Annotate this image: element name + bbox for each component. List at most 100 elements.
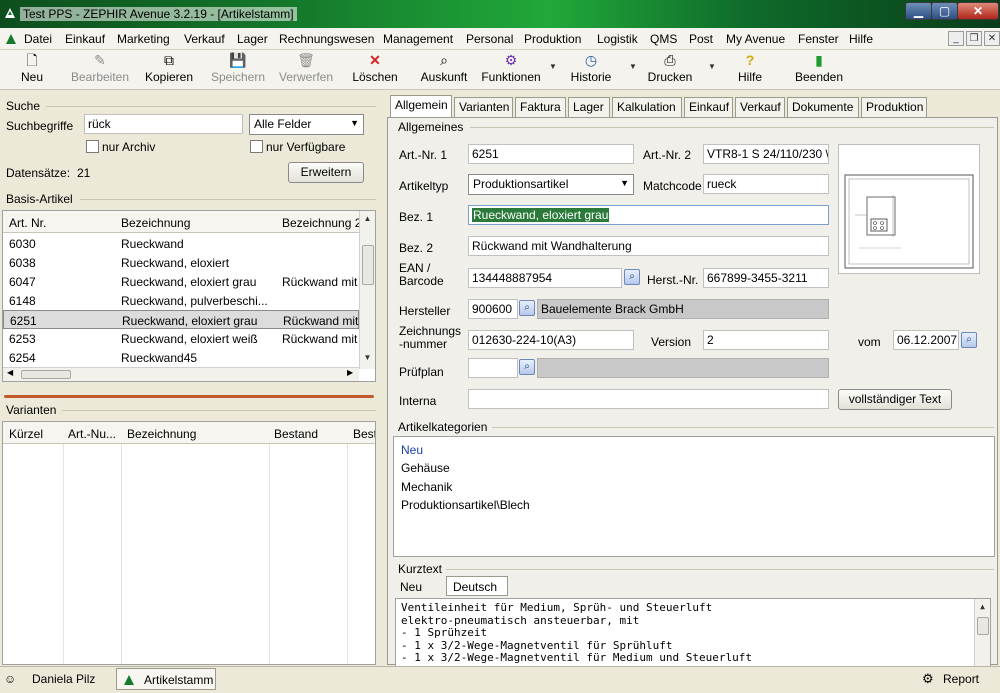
col-bestand[interactable]: Bestand [274,427,318,441]
menu-marketing[interactable]: Marketing [117,32,170,46]
menu-produktion[interactable]: Produktion [524,32,581,46]
mdi-app-icon[interactable] [4,32,18,46]
col-best[interactable]: Best [353,427,375,441]
table-row[interactable]: 6251 Rueckwand, eloxiert grau Rückwand mit [3,310,359,329]
mdi-close-button[interactable]: ✕ [984,31,1000,46]
shorttext-tab-deutsch[interactable]: Deutsch [446,576,508,596]
hersteller-lookup-icon[interactable]: ⌕ [519,300,535,316]
article-type-select[interactable]: Produktionsartikel ▼ [468,174,634,195]
tab-produktion[interactable]: Produktion [861,97,927,117]
col-bezeichnung[interactable]: Bezeichnung [121,216,190,230]
matchcode-input[interactable]: rueck [703,174,829,194]
artnr1-input[interactable]: 6251 [468,144,634,164]
close-button[interactable]: ✕ [957,2,999,20]
scroll-right-arrow-icon[interactable]: ▶ [347,368,353,377]
archive-checkbox[interactable] [86,140,99,153]
history-dropdown-arrow[interactable]: ▼ [629,62,637,71]
col-kuerzel[interactable]: Kürzel [9,427,43,441]
menu-management[interactable]: Management [383,32,453,46]
calendar-lookup-icon[interactable]: ⌕ [961,332,977,348]
shorttext-scrollbar[interactable]: ▲ [974,599,990,666]
artnr2-input[interactable]: VTR8-1 S 24/110/230 \ [703,144,829,164]
available-checkbox[interactable] [250,140,263,153]
menu-fenster[interactable]: Fenster [798,32,839,46]
menu-hilfe[interactable]: Hilfe [849,32,873,46]
tab-lager[interactable]: Lager [568,97,610,117]
functions-dropdown-arrow[interactable]: ▼ [549,62,557,71]
menu-post[interactable]: Post [689,32,713,46]
menu-einkauf[interactable]: Einkauf [65,32,105,46]
full-text-button[interactable]: vollständiger Text [838,389,952,410]
scroll-left-arrow-icon[interactable]: ◀ [7,368,13,377]
drawing-thumbnail[interactable] [838,144,980,274]
discard-button[interactable]: 🗑 Verwerfen [277,52,335,84]
scroll-up-arrow-icon[interactable]: ▲ [975,599,990,615]
exit-button[interactable]: ▮ Beenden [792,52,846,84]
report-label[interactable]: Report [943,672,979,686]
tab-varianten[interactable]: Varianten [454,97,513,117]
table-row[interactable]: 6047 Rueckwand, eloxiert grau Rückwand mit [3,272,359,291]
tab-einkauf[interactable]: Einkauf [684,97,733,117]
menu-datei[interactable]: Datei [24,32,52,46]
hersteller-nr-input[interactable]: 900600 [468,299,518,319]
herstnr-input[interactable]: 667899-3455-3211 [703,268,829,288]
basis-vertical-scrollbar[interactable]: ▲ ▼ [359,211,375,369]
table-row[interactable]: 6038 Rueckwand, eloxiert [3,253,359,272]
test-plan-lookup-icon[interactable]: ⌕ [519,359,535,375]
menu-qms[interactable]: QMS [650,32,677,46]
test-plan-input[interactable] [468,358,518,378]
shorttext-tab-neu[interactable]: Neu [400,580,422,594]
bez1-input[interactable]: Rueckwand, eloxiert grau [468,205,829,225]
menu-my-avenue[interactable]: My Avenue [726,32,785,46]
basis-horizontal-scrollbar[interactable]: ◀ ▶ [3,367,359,381]
print-dropdown-arrow[interactable]: ▼ [708,62,716,71]
search-field-select[interactable]: Alle Felder ▼ [249,114,364,135]
tab-kalkulation[interactable]: Kalkulation [612,97,682,117]
col-var-bezeichnung[interactable]: Bezeichnung [127,427,196,441]
date-input[interactable]: 06.12.2007 [893,330,959,350]
taskbar-window-artikelstamm[interactable]: Artikelstamm [116,668,216,690]
category-item[interactable]: Neu [401,443,423,457]
table-row[interactable]: 6254 Rueckwand45 [3,348,359,367]
menu-verkauf[interactable]: Verkauf [184,32,225,46]
help-button[interactable]: ? Hilfe [734,52,766,84]
scroll-down-arrow-icon[interactable]: ▼ [360,350,375,366]
shorttext-textarea[interactable]: Ventileinheit für Medium, Sprüh- und Ste… [395,598,991,666]
info-button[interactable]: ⌕ Auskunft [418,52,470,84]
splitter-bar[interactable] [4,395,374,398]
tab-dokumente[interactable]: Dokumente [787,97,859,117]
functions-button[interactable]: ⚙ Funktionen [480,52,542,84]
ean-lookup-icon[interactable]: ⌕ [624,269,640,285]
menu-rechnungswesen[interactable]: Rechnungswesen [279,32,374,46]
print-button[interactable]: ⎙ Drucken [646,52,694,84]
category-item[interactable]: Gehäuse [401,461,450,475]
scroll-up-arrow-icon[interactable]: ▲ [360,211,375,227]
col-artnu[interactable]: Art.-Nu... [68,427,116,441]
category-item[interactable]: Produktionsartikel\Blech [401,498,530,512]
tab-faktura[interactable]: Faktura [515,97,566,117]
bez2-input[interactable]: Rückwand mit Wandhalterung [468,236,829,256]
menu-logistik[interactable]: Logistik [597,32,638,46]
drawing-number-input[interactable]: 012630-224-10(A3) [468,330,634,350]
history-button[interactable]: ◷ Historie [567,52,615,84]
col-bezeichnung2[interactable]: Bezeichnung 2 [282,216,360,230]
version-input[interactable]: 2 [703,330,829,350]
interna-input[interactable] [468,389,829,409]
new-button[interactable]: 🗋 Neu [14,52,50,84]
h-scroll-thumb[interactable] [21,370,71,379]
maximize-button[interactable]: ▢ [931,2,958,20]
ean-input[interactable]: 134448887954 [468,268,622,288]
scroll-thumb[interactable] [362,245,374,285]
edit-button[interactable]: ✎ Bearbeiten [66,52,134,84]
table-row[interactable]: 6030 Rueckwand [3,234,359,253]
mdi-restore-button[interactable]: ❐ [966,31,982,46]
tab-allgemein[interactable]: Allgemein [390,95,452,118]
search-terms-input[interactable]: rück [84,114,243,134]
menu-lager[interactable]: Lager [237,32,268,46]
expand-button[interactable]: Erweitern [288,162,364,183]
copy-button[interactable]: ⧉ Kopieren [142,52,196,84]
save-button[interactable]: 💾 Speichern [207,52,269,84]
mdi-minimize-button[interactable]: _ [948,31,964,46]
table-row[interactable]: 6253 Rueckwand, eloxiert weiß Rückwand mit [3,329,359,348]
menu-personal[interactable]: Personal [466,32,513,46]
